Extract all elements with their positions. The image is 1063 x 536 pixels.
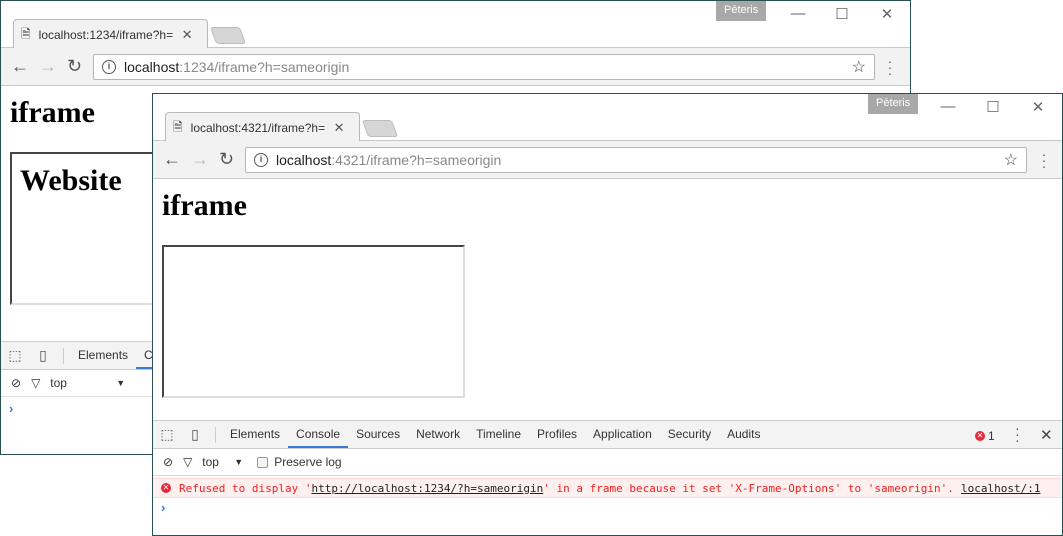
menu-icon[interactable]: · · ·: [1040, 147, 1048, 173]
tab-title: localhost:4321/iframe?h=: [190, 121, 326, 135]
tab-profiles[interactable]: Profiles: [529, 421, 585, 448]
console-prompt[interactable]: ›: [153, 500, 1062, 515]
back-arrow-icon[interactable]: ←: [163, 150, 181, 168]
page-title: iframe: [162, 189, 247, 222]
tab-network[interactable]: Network: [408, 421, 468, 448]
error-count: 1: [988, 429, 995, 443]
tab-audits[interactable]: Audits: [719, 421, 768, 448]
tab-security[interactable]: Security: [660, 421, 719, 448]
new-tab-button[interactable]: [209, 27, 247, 44]
iframe-title: Website: [20, 164, 122, 197]
maximize-icon[interactable]: ☐: [832, 5, 852, 23]
error-text: ' in a frame because it set 'X-Frame-Opt…: [543, 481, 954, 495]
inspect-icon[interactable]: ⬚: [153, 426, 181, 443]
info-icon[interactable]: i: [102, 60, 116, 74]
minimize-icon[interactable]: —: [938, 98, 958, 115]
address-bar[interactable]: i localhost:1234/iframe?h=sameorigin ☆: [93, 54, 875, 80]
tab-console[interactable]: Console: [288, 421, 349, 448]
clear-icon[interactable]: ⊘: [11, 376, 21, 390]
close-window-icon[interactable]: ✕: [1028, 98, 1048, 116]
clear-icon[interactable]: ⊘: [163, 455, 173, 469]
menu-icon[interactable]: · · ·: [886, 54, 894, 80]
toolbar: ← → ↻ i localhost:4321/iframe?h=sameorig…: [153, 141, 1062, 179]
console-error-message: ✕ Refused to display ' http://localhost:1…: [153, 478, 1062, 498]
tab-timeline[interactable]: Timeline: [468, 421, 529, 448]
tab-application[interactable]: Application: [585, 421, 660, 448]
star-icon[interactable]: ☆: [1004, 150, 1018, 170]
page-title: iframe: [10, 96, 95, 129]
devtools: ⬚ ▯ Elements Console Sources Network Tim…: [153, 420, 1062, 535]
page-icon: 🗎: [173, 119, 183, 134]
tab-sources[interactable]: Sources: [348, 421, 408, 448]
minimize-icon[interactable]: —: [788, 5, 808, 22]
close-tab-icon[interactable]: ✕: [334, 120, 345, 136]
back-arrow-icon[interactable]: ←: [11, 57, 29, 75]
page-icon: 🗎: [21, 26, 31, 41]
device-icon[interactable]: ▯: [29, 347, 57, 364]
star-icon[interactable]: ☆: [852, 57, 866, 77]
url-host: localhost: [276, 152, 332, 168]
close-window-icon[interactable]: ✕: [877, 5, 897, 23]
forward-arrow-icon[interactable]: →: [191, 150, 209, 168]
address-bar[interactable]: i localhost:4321/iframe?h=sameorigin ☆: [245, 147, 1027, 173]
profile-button[interactable]: Pēteris: [868, 94, 919, 114]
tab-strip: 🗎 localhost:1234/iframe?h= ✕ Pēteris — ☐…: [1, 1, 910, 48]
url-path: :1234/iframe?h=sameorigin: [179, 59, 350, 75]
context-select[interactable]: top: [50, 376, 106, 390]
filter-icon[interactable]: ▽: [183, 455, 192, 469]
tab-strip: 🗎 localhost:4321/iframe?h= ✕ Pēteris — ☐…: [153, 94, 1062, 141]
maximize-icon[interactable]: ☐: [983, 98, 1003, 116]
dropdown-icon[interactable]: ▼: [116, 378, 125, 388]
context-select[interactable]: top: [202, 455, 224, 469]
reload-icon[interactable]: ↻: [67, 57, 82, 75]
iframe: [162, 245, 465, 398]
url-path: :4321/iframe?h=sameorigin: [331, 152, 502, 168]
info-icon[interactable]: i: [254, 153, 268, 167]
new-tab-button[interactable]: [361, 120, 399, 137]
preserve-log-label: Preserve log: [274, 455, 342, 469]
filter-icon[interactable]: ▽: [31, 376, 40, 390]
error-source-link[interactable]: localhost/:1: [961, 482, 1040, 495]
close-tab-icon[interactable]: ✕: [182, 27, 193, 43]
tab-elements[interactable]: Elements: [222, 421, 288, 448]
reload-icon[interactable]: ↻: [219, 150, 234, 168]
dropdown-icon[interactable]: ▼: [234, 457, 243, 467]
devtools-menu-icon[interactable]: · · ·: [1015, 421, 1020, 447]
error-url-link[interactable]: http://localhost:1234/?h=sameorigin: [311, 482, 543, 495]
tab-elements[interactable]: Elements: [70, 342, 136, 369]
tab-title: localhost:1234/iframe?h=: [38, 28, 174, 42]
inspect-icon[interactable]: ⬚: [1, 347, 29, 364]
error-counter[interactable]: ✕ 1: [975, 429, 995, 443]
front-browser-window[interactable]: 🗎 localhost:4321/iframe?h= ✕ Pēteris — ☐…: [152, 93, 1063, 536]
error-icon: ✕: [161, 483, 171, 493]
device-icon[interactable]: ▯: [181, 426, 209, 443]
error-icon: ✕: [975, 431, 985, 441]
profile-button[interactable]: Pēteris: [716, 1, 767, 21]
forward-arrow-icon[interactable]: →: [39, 57, 57, 75]
close-devtools-icon[interactable]: ✕: [1040, 426, 1053, 444]
preserve-log-checkbox[interactable]: [257, 456, 269, 468]
toolbar: ← → ↻ i localhost:1234/iframe?h=sameorig…: [1, 48, 910, 86]
url-host: localhost: [124, 59, 180, 75]
error-text: Refused to display ': [179, 481, 312, 495]
